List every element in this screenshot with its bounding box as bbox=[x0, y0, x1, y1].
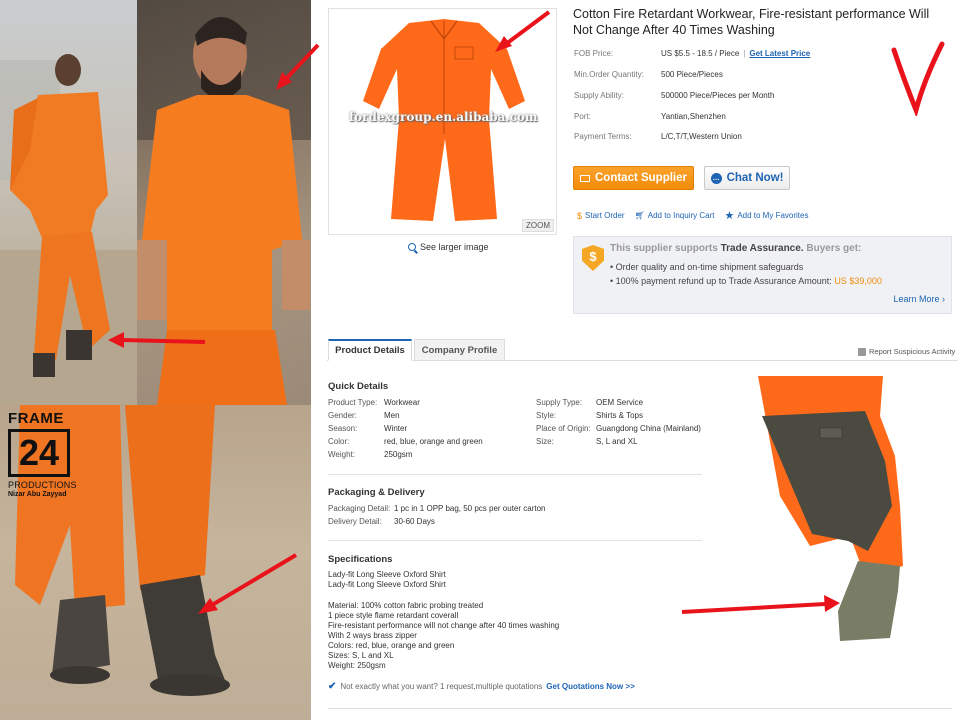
arrow-catalog-coverall bbox=[495, 10, 551, 52]
arrow-boot bbox=[681, 595, 840, 614]
arrow-ankle-bottom bbox=[198, 553, 298, 614]
arrow-shirt bbox=[276, 43, 320, 90]
red-arrows-overlay bbox=[108, 10, 840, 614]
arrow-ankle-top bbox=[108, 332, 206, 348]
